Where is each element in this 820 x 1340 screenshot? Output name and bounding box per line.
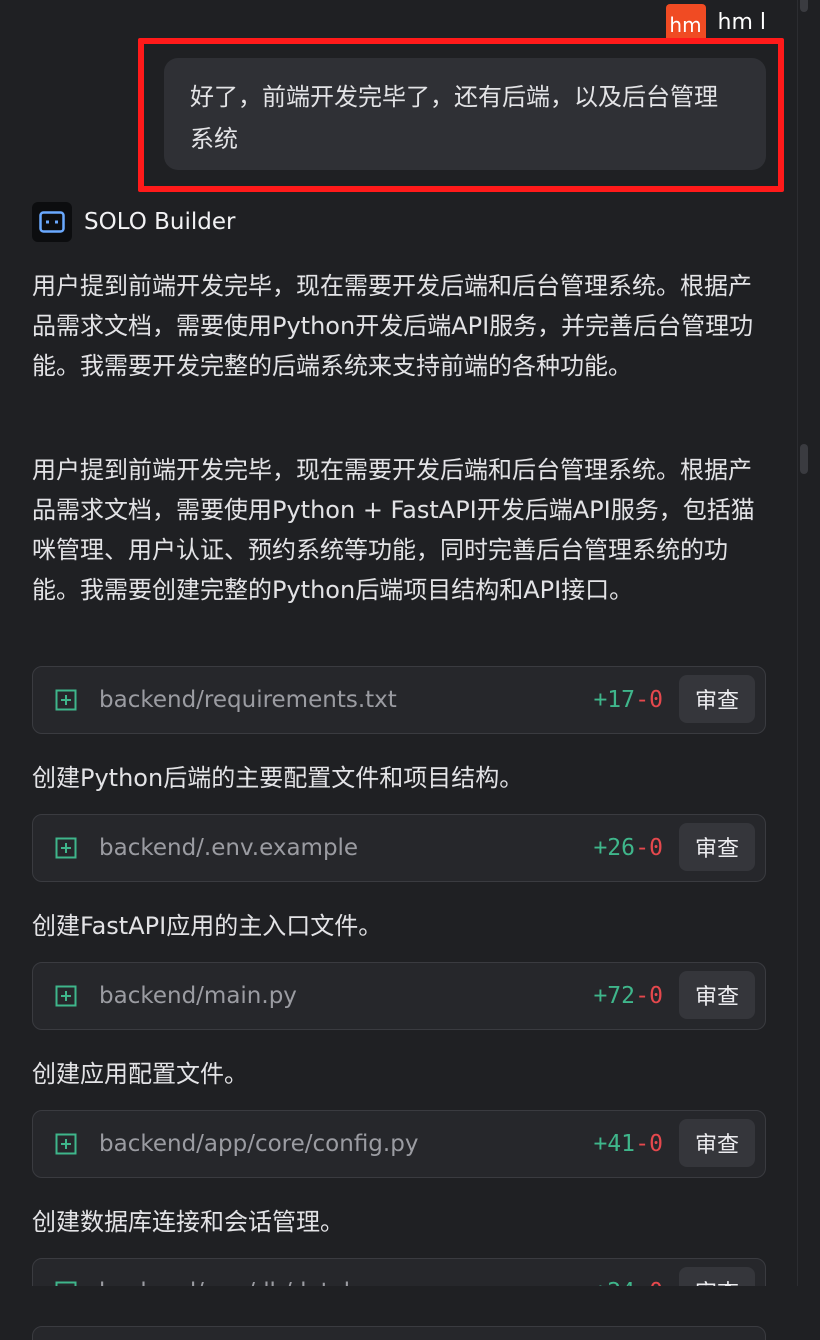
assistant-name: SOLO Builder	[84, 209, 236, 235]
lines-added: +17	[593, 687, 635, 713]
user-header: hm hm l	[665, 4, 766, 40]
assistant-header: SOLO Builder	[32, 202, 235, 242]
file-add-icon	[55, 985, 77, 1007]
step-caption: 创建Python后端的主要配置文件和项目结构。	[32, 764, 524, 792]
lines-added: +72	[593, 983, 635, 1009]
step-caption: 创建应用配置文件。	[32, 1060, 248, 1088]
review-button[interactable]: 审查	[679, 675, 755, 723]
scrollbar-top-handle[interactable]	[800, 0, 808, 12]
file-path[interactable]: backend/main.py	[99, 963, 297, 1029]
assistant-paragraph: 用户提到前端开发完毕，现在需要开发后端和后台管理系统。根据产品需求文档，需要使用…	[32, 272, 754, 380]
file-add-icon	[55, 689, 77, 711]
review-button[interactable]: 审查	[679, 1119, 755, 1167]
review-button[interactable]: 审查	[679, 823, 755, 871]
lines-added: +26	[593, 835, 635, 861]
file-change-card[interactable]: backend/app/core/config.py +41 -0 审查	[32, 1110, 766, 1178]
lines-removed: -0	[635, 687, 663, 713]
chat-panel: hm hm l 好了，前端开发完毕了，还有后端，以及后台管理系统 SOLO Bu…	[0, 0, 820, 1340]
user-message-bubble: 好了，前端开发完毕了，还有后端，以及后台管理系统	[164, 58, 766, 170]
file-change-card[interactable]: backend/requirements.txt +17 -0 审查	[32, 666, 766, 734]
review-button[interactable]: 审查	[679, 971, 755, 1019]
lines-removed: -0	[635, 983, 663, 1009]
bottom-overlay	[0, 1286, 798, 1340]
lines-removed: -0	[635, 835, 663, 861]
file-path[interactable]: backend/requirements.txt	[99, 667, 397, 733]
file-change-card[interactable]: backend/main.py +72 -0 审查	[32, 962, 766, 1030]
scrollbar-thumb[interactable]	[800, 444, 808, 474]
step-caption: 创建FastAPI应用的主入口文件。	[32, 912, 383, 940]
lines-added: +41	[593, 1131, 635, 1157]
file-add-icon	[55, 837, 77, 859]
lines-removed: -0	[635, 1131, 663, 1157]
file-add-icon	[55, 1133, 77, 1155]
step-caption: 创建数据库连接和会话管理。	[32, 1208, 344, 1236]
robot-icon	[32, 202, 72, 242]
file-change-card[interactable]: backend/.env.example +26 -0 审查	[32, 814, 766, 882]
next-card-edge	[32, 1326, 766, 1340]
file-path[interactable]: backend/app/core/config.py	[99, 1111, 418, 1177]
user-name: hm l	[717, 9, 766, 35]
scrollbar-track[interactable]	[797, 0, 820, 1340]
assistant-paragraph: 用户提到前端开发完毕，现在需要开发后端和后台管理系统。根据产品需求文档，需要使用…	[32, 456, 755, 604]
file-path[interactable]: backend/.env.example	[99, 815, 358, 881]
user-avatar: hm	[665, 4, 706, 40]
